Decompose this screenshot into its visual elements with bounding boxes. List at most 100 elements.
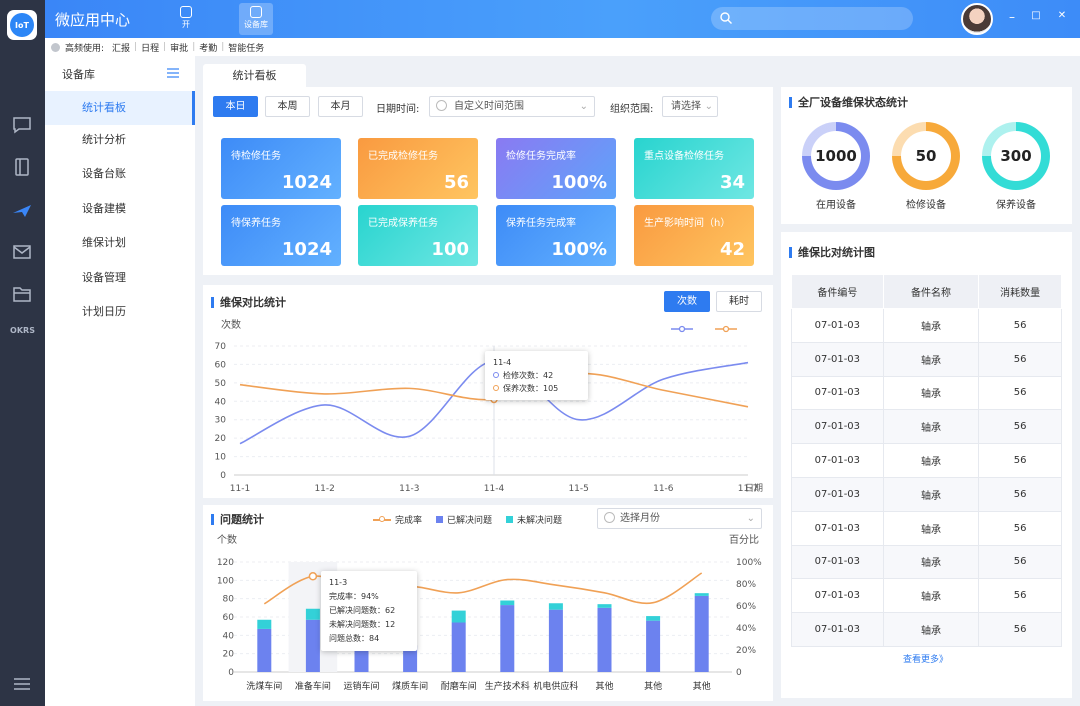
header-tab-open[interactable]: 开 — [169, 3, 203, 35]
tile-title: 重点设备检修任务 — [644, 151, 724, 162]
sidebar-item-dashboard[interactable]: 统计看板 — [45, 91, 195, 125]
sidebar-item-analysis[interactable]: 统计分析 — [45, 123, 195, 157]
device-status-title: 全厂设备维保状态统计 — [789, 97, 908, 108]
y-axis-label: 个数 — [217, 533, 237, 546]
tooltip-solved: 已解决问题数：62 — [329, 606, 396, 615]
x-tick-label: 11-2 — [314, 484, 334, 494]
table-row[interactable]: 07-01-03 轴承 56 — [791, 308, 1062, 343]
cell-part-name: 轴承 — [882, 544, 980, 580]
cell-consumption: 56 — [978, 544, 1062, 580]
y2-axis-label: 百分比 — [729, 534, 759, 546]
tile-key-device-repair[interactable]: 重点设备检修任务 34 — [634, 138, 754, 199]
chevron-down-icon: ⌄ — [704, 101, 713, 112]
chat-icon[interactable] — [11, 114, 33, 136]
tab-dashboard[interactable]: 统计看板 — [203, 64, 306, 88]
bar-unsolved — [646, 616, 661, 621]
org-select[interactable]: 请选择 ⌄ — [662, 96, 718, 117]
sidebar-item-modeling[interactable]: 设备建模 — [45, 192, 195, 226]
maximize-icon[interactable]: □ — [1029, 10, 1043, 21]
cell-part-number: 07-01-03 — [791, 443, 884, 478]
cell-consumption: 56 — [978, 341, 1062, 377]
header-tab-device-library[interactable]: 设备库 — [239, 3, 273, 35]
table-row[interactable]: 07-01-03 轴承 56 — [791, 510, 1062, 546]
cell-part-number: 07-01-03 — [791, 578, 884, 614]
cell-part-number: 07-01-03 — [791, 510, 884, 546]
frequent-item-approval[interactable]: 审批 — [170, 41, 188, 54]
x-tick-label: 生产技术科 — [485, 680, 530, 692]
cell-consumption: 56 — [978, 375, 1062, 411]
sidebar: 设备库 统计看板 统计分析 设备台账 设备建模 维保计划 设备管理 计划日历 — [45, 56, 195, 706]
tile-maintenance-completion-rate[interactable]: 保养任务完成率 100% — [496, 205, 616, 266]
org-label: 组织范围: — [610, 104, 654, 115]
sidebar-item-plan-calendar[interactable]: 计划日历 — [45, 295, 195, 329]
col-consumption: 消耗数量 — [978, 274, 1062, 309]
cell-consumption: 56 — [978, 409, 1062, 445]
document-icon[interactable] — [11, 156, 33, 178]
cell-part-name: 轴承 — [882, 375, 980, 411]
cell-consumption: 56 — [978, 612, 1062, 647]
y-tick-label: 120 — [217, 558, 234, 568]
table-row[interactable]: 07-01-03 轴承 56 — [791, 375, 1062, 411]
filter-today-button[interactable]: 本日 — [213, 96, 258, 117]
frequent-item-smart-task[interactable]: 智能任务 — [228, 41, 264, 54]
tooltip-total: 问题总数：84 — [329, 634, 380, 643]
tile-completed-repair[interactable]: 已完成检修任务 56 — [358, 138, 478, 199]
frequent-item-schedule[interactable]: 日程 — [141, 41, 159, 54]
cell-consumption: 56 — [978, 308, 1062, 343]
table-row[interactable]: 07-01-03 轴承 56 — [791, 612, 1062, 647]
donut-label-maintenance: 保养设备 — [996, 200, 1036, 211]
table-row[interactable]: 07-01-03 轴承 56 — [791, 544, 1062, 580]
tile-repair-completion-rate[interactable]: 检修任务完成率 100% — [496, 138, 616, 199]
tile-title: 待保养任务 — [231, 218, 281, 229]
tile-production-impact-time[interactable]: 生产影响时间（h） 42 — [634, 205, 754, 266]
table-row[interactable]: 07-01-03 轴承 56 — [791, 409, 1062, 445]
close-icon[interactable]: ✕ — [1055, 10, 1069, 21]
sidebar-item-ledger[interactable]: 设备台账 — [45, 157, 195, 191]
okrs-nav[interactable]: OKRS — [0, 326, 45, 335]
tile-completed-maintenance[interactable]: 已完成保养任务 100 — [358, 205, 478, 266]
frequent-item-report[interactable]: 汇报 — [112, 41, 130, 54]
bar-solved — [646, 620, 661, 672]
frequent-item-attendance[interactable]: 考勤 — [199, 41, 217, 54]
folder-icon[interactable] — [11, 283, 33, 305]
view-more-link[interactable]: 查看更多》 — [903, 652, 948, 665]
cell-part-number: 07-01-03 — [791, 375, 884, 411]
table-row[interactable]: 07-01-03 轴承 56 — [791, 341, 1062, 377]
menu-icon[interactable] — [11, 673, 33, 695]
y-axis-label: 次数 — [221, 318, 241, 331]
bar-unsolved — [597, 604, 612, 608]
kpi-card: 本日 本周 本月 日期时间: 自定义时间范围 ⌄ 组织范围: 请选择 ⌄ 待检修… — [203, 87, 773, 275]
iot-logo[interactable]: IoT — [7, 10, 37, 40]
donut-maintenance: 300 — [982, 122, 1050, 190]
sidebar-item-device-management[interactable]: 设备管理 — [45, 261, 195, 295]
table-row[interactable]: 07-01-03 轴承 56 — [791, 476, 1062, 512]
device-icon — [250, 6, 262, 18]
tile-value: 56 — [443, 172, 469, 193]
tooltip-line-1: 检修次数：42 — [503, 371, 554, 380]
plane-app-icon[interactable] — [11, 199, 33, 221]
avatar[interactable] — [961, 3, 993, 35]
date-range-select[interactable]: 自定义时间范围 ⌄ — [429, 96, 595, 117]
x-axis-label: 日期 — [745, 483, 763, 494]
minimize-icon[interactable]: – — [1005, 10, 1019, 24]
bar-solved — [257, 628, 272, 672]
x-tick-label: 运销车间 — [343, 680, 379, 692]
header-tab-label: 开 — [182, 20, 190, 29]
table-row[interactable]: 07-01-03 轴承 56 — [791, 443, 1062, 478]
sidebar-item-maintenance-plan[interactable]: 维保计划 — [45, 226, 195, 260]
x-tick-label: 11-5 — [568, 484, 588, 494]
bar-solved — [305, 619, 320, 672]
tile-pending-maintenance[interactable]: 待保养任务 1024 — [221, 205, 341, 266]
bar-solved — [694, 595, 709, 672]
list-toggle-icon[interactable] — [167, 68, 179, 78]
mail-icon[interactable] — [11, 241, 33, 263]
bar-chart-tooltip: 11-3 完成率：94% 已解决问题数：62 未解决问题数：12 问题总数：84 — [321, 571, 417, 651]
table-row[interactable]: 07-01-03 轴承 56 — [791, 578, 1062, 614]
frequent-dot-icon — [51, 42, 60, 52]
tooltip-date: 11-4 — [493, 358, 512, 367]
left-app-bar: IoT OKRS — [0, 0, 45, 706]
filter-week-button[interactable]: 本周 — [265, 96, 310, 117]
tile-pending-repair[interactable]: 待检修任务 1024 — [221, 138, 341, 199]
search-input[interactable] — [711, 7, 913, 30]
filter-month-button[interactable]: 本月 — [318, 96, 363, 117]
